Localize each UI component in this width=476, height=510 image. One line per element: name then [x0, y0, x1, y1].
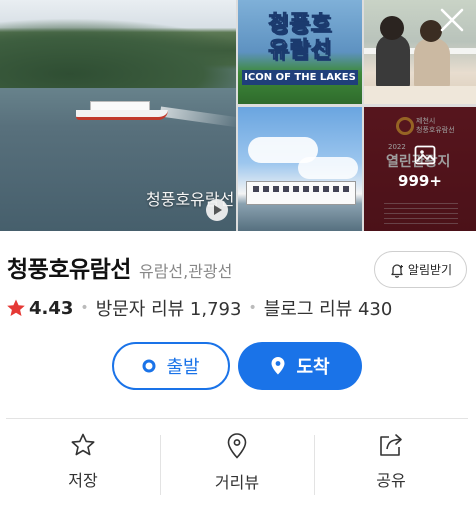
share-button[interactable]: 공유 [316, 432, 466, 498]
action-separator [160, 435, 161, 495]
boat-wake [159, 106, 236, 128]
arrive-label: 도착 [296, 357, 330, 378]
save-label: 저장 [68, 471, 98, 490]
image-icon [414, 145, 436, 165]
save-button[interactable]: 저장 [8, 432, 158, 498]
alert-button-label: 알림받기 [407, 263, 453, 277]
logo-subtitle: ICON OF THE LAKES [242, 70, 358, 85]
blog-reviews-link[interactable]: 블로그 리뷰 430 [264, 295, 393, 321]
separator-dot: • [80, 300, 89, 316]
more-photos-count: 999+ [398, 172, 442, 190]
mountain-ridge [0, 18, 236, 88]
play-icon[interactable] [206, 199, 228, 221]
title-row: 청풍호유람선 유람선,관광선 [7, 250, 232, 284]
share-label: 공유 [376, 471, 406, 490]
stats-row: 4.43 • 방문자 리뷰 1,793 • 블로그 리뷰 430 [6, 295, 392, 321]
close-icon[interactable] [438, 6, 466, 34]
star-icon [7, 299, 25, 316]
place-name: 청풍호유람선 [7, 257, 131, 283]
logo-photo[interactable]: 청풍호 유람선 ICON OF THE LAKES [238, 0, 362, 104]
divider [6, 418, 468, 419]
share-icon [380, 434, 402, 456]
star-outline-icon [71, 433, 95, 456]
more-photos-tile[interactable]: 제천시 청풍호유람선 2022 열린관광지 [364, 107, 476, 231]
main-photo[interactable]: 청풍호유람선 [0, 0, 236, 231]
bell-icon [391, 263, 403, 278]
action-separator [314, 435, 315, 495]
place-category: 유람선,관광선 [138, 262, 233, 281]
ship-photo[interactable] [238, 107, 362, 231]
separator-dot: • [248, 300, 257, 316]
photo-gallery: 청풍호유람선 청풍호 유람선 ICON OF THE LAKES 제천시 청풍호유… [0, 0, 476, 231]
map-pin-outline-icon [227, 433, 247, 459]
depart-label: 출발 [166, 357, 200, 378]
cruise-boat [76, 96, 168, 120]
street-view-label: 거리뷰 [214, 473, 260, 492]
visitor-reviews-link[interactable]: 방문자 리뷰 1,793 [96, 295, 242, 321]
street-view-button[interactable]: 거리뷰 [162, 432, 312, 498]
location-dot-icon [142, 359, 156, 373]
pin-icon [271, 357, 285, 375]
rating-value: 4.43 [29, 297, 74, 319]
alert-button[interactable]: 알림받기 [374, 251, 467, 288]
logo-title-line2: 유람선 [268, 38, 332, 64]
arrive-button[interactable]: 도착 [238, 342, 362, 390]
depart-button[interactable]: 출발 [112, 342, 230, 390]
